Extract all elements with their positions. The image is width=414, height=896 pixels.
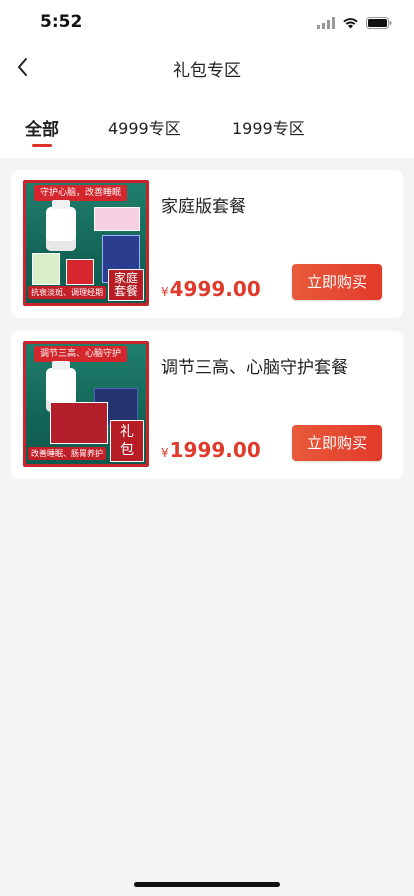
page-title: 礼包专区: [173, 61, 241, 81]
currency-symbol: ¥: [161, 285, 169, 299]
image-banner-text: 守护心脑，改善睡眠: [34, 185, 128, 201]
battery-icon: [366, 14, 392, 33]
active-tab-indicator: [32, 144, 52, 147]
image-corner-text: 家庭套餐: [108, 269, 144, 301]
product-card[interactable]: 守护心脑，改善睡眠 抗衰淡斑、调理经期 家庭套餐 家庭版套餐 ¥4999.00 …: [11, 170, 403, 318]
product-price: ¥4999.00: [161, 277, 261, 301]
price-value: 4999.00: [169, 277, 261, 301]
product-title: 调节三高、心脑守护套餐: [161, 358, 348, 378]
red-box-image: [66, 259, 94, 285]
product-title: 家庭版套餐: [161, 197, 246, 217]
cellular-signal-icon: [317, 14, 335, 33]
status-icons: [317, 14, 392, 33]
product-image[interactable]: 调节三高、心脑守护 改善睡眠、肠胃养护 礼包: [23, 341, 149, 467]
home-indicator[interactable]: [134, 882, 280, 887]
image-bottom-text: 抗衰淡斑、调理经期: [28, 286, 106, 299]
product-image[interactable]: 守护心脑，改善睡眠 抗衰淡斑、调理经期 家庭套餐: [23, 180, 149, 306]
currency-symbol: ¥: [161, 446, 169, 460]
buy-now-button[interactable]: 立即购买: [292, 264, 382, 300]
image-banner-text: 调节三高、心脑守护: [34, 346, 128, 362]
status-bar: 5:52: [0, 0, 414, 44]
image-corner-text: 礼包: [110, 420, 144, 462]
tab-4999[interactable]: 4999专区: [108, 115, 181, 139]
tab-1999[interactable]: 1999专区: [232, 115, 305, 139]
red-box-image: [50, 402, 108, 444]
wifi-icon: [342, 14, 359, 33]
price-value: 1999.00: [169, 438, 261, 462]
image-bottom-text: 改善睡眠、肠胃养护: [28, 447, 106, 460]
category-tabs: 全部 4999专区 1999专区: [0, 90, 414, 158]
tab-all[interactable]: 全部: [25, 115, 59, 140]
product-price: ¥1999.00: [161, 438, 261, 462]
buy-now-button[interactable]: 立即购买: [292, 425, 382, 461]
bottle-image: [46, 200, 76, 251]
green-box-image: [32, 253, 60, 285]
navigation-bar: 礼包专区: [0, 44, 414, 90]
status-time: 5:52: [40, 12, 83, 32]
pink-box-image: [94, 207, 140, 231]
home-bar-area: [0, 862, 414, 896]
product-card[interactable]: 调节三高、心脑守护 改善睡眠、肠胃养护 礼包 调节三高、心脑守护套餐 ¥1999…: [11, 331, 403, 479]
